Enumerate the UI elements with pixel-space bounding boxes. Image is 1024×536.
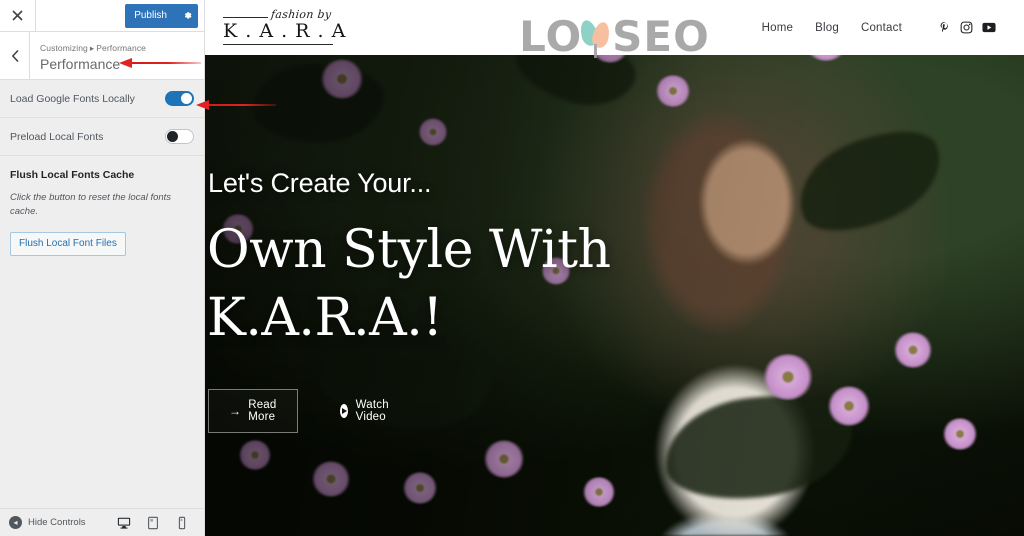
logo-script-row: fashion by: [223, 8, 335, 21]
toggle-knob: [167, 131, 178, 142]
site-preview: fashion by K . A . R . A Home Blog Conta…: [205, 0, 1024, 536]
nav-item-blog[interactable]: Blog: [815, 22, 839, 34]
site-navigation: Home Blog Contact: [762, 21, 996, 34]
hide-controls-button[interactable]: ◂ Hide Controls: [0, 516, 109, 529]
flush-local-fonts-cache-section: Flush Local Fonts Cache Click the button…: [0, 156, 204, 272]
pinterest-icon[interactable]: [938, 21, 951, 34]
breadcrumb: Customizing ▸ Performance: [40, 42, 204, 54]
page-title: Performance: [40, 56, 121, 72]
breadcrumb-current: Performance: [96, 43, 147, 53]
customizer-footer: ◂ Hide Controls: [0, 508, 204, 536]
hero-kicker: Let's Create Your...: [208, 168, 432, 198]
logo-underline: [223, 44, 333, 45]
control-load-google-fonts-locally: Load Google Fonts Locally: [0, 80, 204, 118]
section-description: Click the button to reset the local font…: [10, 192, 172, 217]
nav-item-contact[interactable]: Contact: [861, 22, 902, 34]
read-more-label: Read More: [248, 399, 277, 423]
device-tablet-button[interactable]: [138, 509, 167, 536]
hero-actions: → Read More Watch Video: [208, 389, 395, 433]
hero-title: Own Style With K.A.R.A.!: [207, 216, 611, 352]
nav-item-home[interactable]: Home: [762, 22, 793, 34]
site-logo[interactable]: fashion by K . A . R . A: [223, 8, 347, 45]
publish-button[interactable]: Publish: [125, 3, 176, 28]
control-label: Preload Local Fonts: [10, 130, 104, 143]
social-links: [938, 21, 996, 34]
logo-script-text: fashion by: [270, 8, 333, 21]
logo-name: K . A . R . A: [223, 20, 347, 42]
play-circle-icon: [339, 404, 348, 418]
flush-local-font-files-button[interactable]: Flush Local Font Files: [10, 232, 126, 256]
panel-titles: Customizing ▸ Performance Performance: [30, 32, 204, 79]
hide-controls-label: Hide Controls: [28, 517, 86, 528]
watch-video-button[interactable]: Watch Video: [339, 399, 395, 423]
customizer-controls: Load Google Fonts Locally Preload Local …: [0, 80, 204, 508]
control-preload-local-fonts: Preload Local Fonts: [0, 118, 204, 156]
breadcrumb-separator: ▸: [89, 43, 95, 53]
chevron-left-icon[interactable]: [0, 32, 30, 79]
hero-title-line-1: Own Style With: [207, 220, 611, 280]
watch-video-label: Watch Video: [355, 399, 389, 423]
read-more-button[interactable]: → Read More: [208, 389, 298, 433]
hide-controls-icon: ◂: [9, 516, 22, 529]
youtube-icon[interactable]: [982, 22, 996, 33]
toggle-knob: [181, 93, 192, 104]
device-preview-switcher: [109, 509, 204, 536]
logo-rule: [223, 17, 268, 18]
publish-group: Publish: [125, 3, 198, 28]
panel-header: Customizing ▸ Performance Performance: [0, 32, 204, 80]
toggle-preload-local-fonts[interactable]: [165, 129, 194, 144]
play-triangle: [342, 408, 348, 414]
customizer-topbar: Publish: [0, 0, 204, 32]
gear-icon[interactable]: [176, 3, 198, 28]
device-desktop-button[interactable]: [109, 509, 138, 536]
arrow-right-icon: →: [229, 404, 242, 418]
close-icon[interactable]: [0, 0, 36, 32]
toggle-load-google-fonts-locally[interactable]: [165, 91, 194, 106]
section-heading: Flush Local Fonts Cache: [10, 169, 135, 181]
hero-title-line-2: K.A.R.A.!: [207, 288, 443, 348]
site-header: fashion by K . A . R . A Home Blog Conta…: [205, 0, 1024, 55]
control-label: Load Google Fonts Locally: [10, 92, 135, 105]
instagram-icon[interactable]: [960, 21, 973, 34]
customizer-screen: Publish Customizing ▸ Performance Perfor…: [0, 0, 1024, 536]
breadcrumb-root[interactable]: Customizing: [40, 43, 88, 53]
device-mobile-button[interactable]: [167, 509, 196, 536]
customizer-sidebar: Publish Customizing ▸ Performance Perfor…: [0, 0, 205, 536]
